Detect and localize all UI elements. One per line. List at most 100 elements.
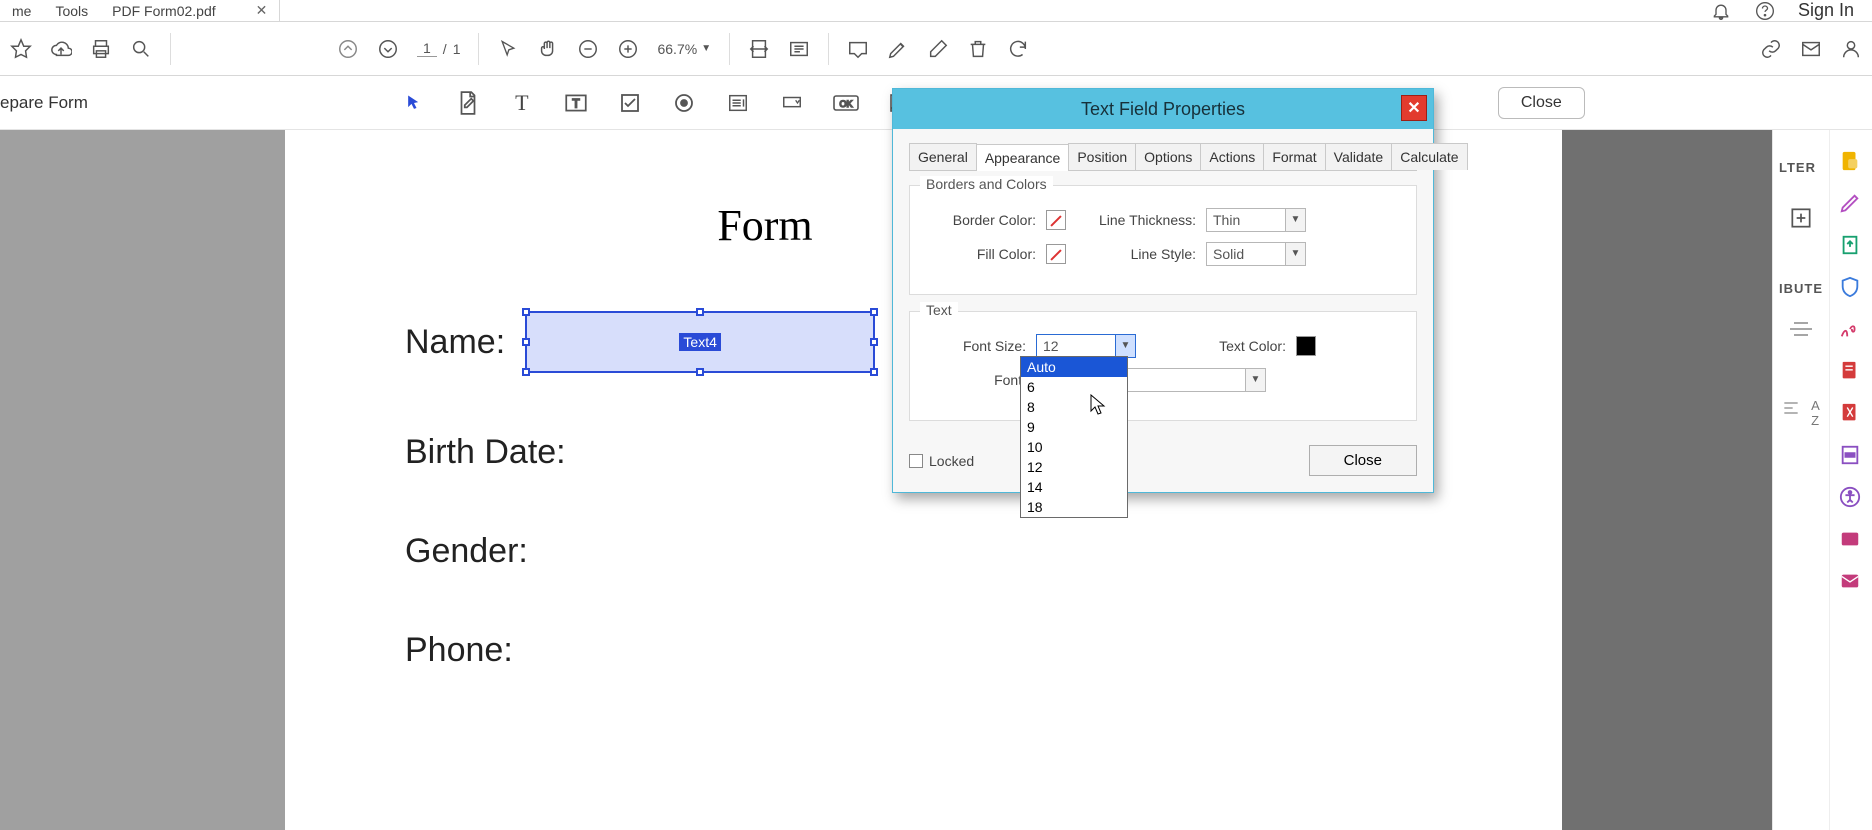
tab-general[interactable]: General — [909, 143, 977, 170]
tab-tools[interactable]: Tools — [43, 0, 100, 21]
resize-handle[interactable] — [522, 308, 530, 316]
sort-icon[interactable]: AZ — [1811, 398, 1821, 428]
tab-options[interactable]: Options — [1135, 143, 1201, 170]
star-icon[interactable] — [10, 38, 32, 60]
delete-icon[interactable] — [967, 38, 989, 60]
font-size-option[interactable]: 6 — [1021, 377, 1127, 397]
page-gutter-left — [0, 130, 285, 830]
text-color-swatch[interactable] — [1296, 336, 1316, 356]
page-current-input[interactable]: 1 — [417, 40, 437, 57]
rail-more-icon[interactable] — [1839, 528, 1863, 552]
font-size-option[interactable]: 10 — [1021, 437, 1127, 457]
font-size-dropdown[interactable]: 12▼ — [1036, 334, 1136, 358]
fit-page-icon[interactable] — [788, 38, 810, 60]
resize-handle[interactable] — [522, 368, 530, 376]
font-size-option[interactable]: 8 — [1021, 397, 1127, 417]
close-tab-icon[interactable]: ✕ — [256, 2, 268, 19]
fit-width-icon[interactable] — [748, 38, 770, 60]
font-size-options-list[interactable]: Auto 6 8 9 10 12 14 18 — [1020, 356, 1128, 518]
help-icon[interactable] — [1754, 0, 1776, 22]
tab-actions[interactable]: Actions — [1200, 143, 1264, 170]
notification-icon[interactable] — [1710, 0, 1732, 22]
separator — [170, 33, 171, 65]
sign-in-link[interactable]: Sign In — [1798, 0, 1854, 21]
select-tool-icon[interactable] — [400, 89, 428, 117]
highlight-icon[interactable] — [887, 38, 909, 60]
edit-doc-icon[interactable] — [454, 89, 482, 117]
tab-validate[interactable]: Validate — [1325, 143, 1393, 170]
separator — [729, 33, 730, 65]
tab-appearance[interactable]: Appearance — [976, 144, 1070, 171]
account-icon[interactable] — [1840, 38, 1862, 60]
checkbox-tool-icon[interactable] — [616, 89, 644, 117]
line-thickness-dropdown[interactable]: Thin▼ — [1206, 208, 1306, 232]
fill-color-swatch[interactable] — [1046, 244, 1066, 264]
tab-document[interactable]: PDF Form02.pdf ✕ — [100, 0, 280, 21]
text-field-properties-dialog: Text Field Properties ✕ General Appearan… — [892, 88, 1434, 493]
font-size-option[interactable]: 12 — [1021, 457, 1127, 477]
locked-checkbox[interactable]: Locked — [909, 453, 974, 469]
rail-export-icon[interactable] — [1839, 234, 1863, 258]
hand-pan-icon[interactable] — [537, 38, 559, 60]
rail-create-icon[interactable] — [1839, 150, 1863, 174]
page-up-icon[interactable] — [337, 38, 359, 60]
separator — [478, 33, 479, 65]
resize-handle[interactable] — [870, 368, 878, 376]
zoom-in-icon[interactable] — [617, 38, 639, 60]
font-label: Font: — [926, 372, 1026, 388]
font-size-option[interactable]: 18 — [1021, 497, 1127, 517]
group-borders-title: Borders and Colors — [920, 176, 1053, 192]
border-color-label: Border Color: — [926, 212, 1036, 228]
align-icon[interactable] — [1781, 398, 1801, 428]
group-text-title: Text — [920, 302, 958, 318]
eraser-icon[interactable] — [927, 38, 949, 60]
zoom-out-icon[interactable] — [577, 38, 599, 60]
dialog-close-button[interactable]: Close — [1309, 445, 1417, 476]
border-color-swatch[interactable] — [1046, 210, 1066, 230]
refresh-icon[interactable] — [1007, 38, 1029, 60]
line-style-dropdown[interactable]: Solid▼ — [1206, 242, 1306, 266]
font-size-option[interactable]: Auto — [1021, 357, 1127, 377]
add-field-icon[interactable] — [1788, 205, 1814, 231]
dropdown-tool-icon[interactable] — [778, 89, 806, 117]
rail-protect-icon[interactable] — [1839, 276, 1863, 300]
cloud-upload-icon[interactable] — [50, 38, 72, 60]
rail-edit-icon[interactable] — [1839, 192, 1863, 216]
link-icon[interactable] — [1760, 38, 1782, 60]
dialog-close-icon[interactable]: ✕ — [1401, 95, 1427, 121]
selected-text-field[interactable]: Text4 — [525, 311, 875, 373]
font-size-option[interactable]: 9 — [1021, 417, 1127, 437]
search-icon[interactable] — [130, 38, 152, 60]
distribute-icon[interactable] — [1788, 320, 1814, 338]
email-icon[interactable] — [1800, 38, 1822, 60]
tab-format[interactable]: Format — [1263, 143, 1325, 170]
tab-home[interactable]: me — [0, 0, 43, 21]
tab-position[interactable]: Position — [1068, 143, 1136, 170]
resize-handle[interactable] — [696, 308, 704, 316]
comment-icon[interactable] — [847, 38, 869, 60]
button-tool-icon[interactable]: OK — [832, 89, 860, 117]
label-name: Name: — [405, 323, 505, 362]
resize-handle[interactable] — [522, 338, 530, 346]
text-area-tool-icon[interactable]: T — [562, 89, 590, 117]
font-size-option[interactable]: 14 — [1021, 477, 1127, 497]
tab-calculate[interactable]: Calculate — [1391, 143, 1467, 170]
radio-tool-icon[interactable] — [670, 89, 698, 117]
close-mode-button[interactable]: Close — [1498, 87, 1585, 119]
page-down-icon[interactable] — [377, 38, 399, 60]
rail-compress-icon[interactable] — [1839, 402, 1863, 426]
pointer-select-icon[interactable] — [497, 38, 519, 60]
listbox-tool-icon[interactable] — [724, 89, 752, 117]
print-icon[interactable] — [90, 38, 112, 60]
resize-handle[interactable] — [870, 308, 878, 316]
resize-handle[interactable] — [696, 368, 704, 376]
rail-sign-icon[interactable] — [1839, 318, 1863, 342]
resize-handle[interactable] — [870, 338, 878, 346]
dialog-title: Text Field Properties — [1081, 99, 1245, 120]
text-field-tool-icon[interactable]: T — [508, 89, 536, 117]
rail-redact-icon[interactable] — [1839, 444, 1863, 468]
rail-accessibility-icon[interactable] — [1839, 486, 1863, 510]
rail-send-icon[interactable] — [1839, 570, 1863, 594]
rail-organize-icon[interactable] — [1839, 360, 1863, 384]
zoom-level-dropdown[interactable]: 66.7%▼ — [657, 41, 711, 57]
